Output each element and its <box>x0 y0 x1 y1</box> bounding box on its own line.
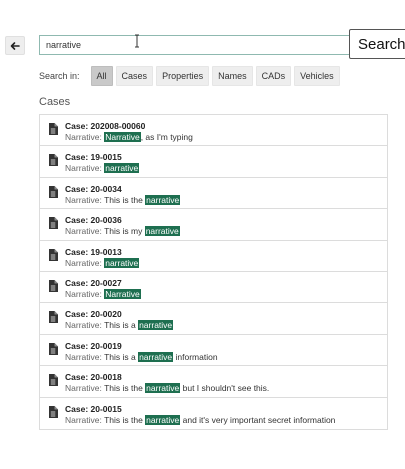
document-icon <box>49 248 58 261</box>
match-highlight: narrative <box>104 163 140 174</box>
document-icon <box>49 405 58 418</box>
case-title[interactable]: Case: 20-0034 <box>65 184 122 194</box>
snippet-label: Narrative: <box>65 257 102 268</box>
snippet-label: Narrative: <box>65 351 102 362</box>
result-row[interactable]: Case: 20-0020 Narrative: This is a narrat… <box>40 303 387 335</box>
case-title[interactable]: Case: 19-0015 <box>65 152 122 162</box>
result-row[interactable]: Case: 20-0027 Narrative: Narrative <box>40 272 387 304</box>
search-button[interactable]: Search <box>349 29 405 59</box>
snippet-label: Narrative: <box>65 226 102 237</box>
case-snippet: Narrative: Narrative, as I'm typing <box>65 132 193 142</box>
case-title[interactable]: Case: 20-0019 <box>65 341 122 351</box>
search-field[interactable] <box>39 35 351 55</box>
snippet-label: Narrative: <box>65 288 102 299</box>
case-snippet: Narrative: This is my narrative <box>65 226 180 237</box>
match-highlight: narrative <box>145 383 181 394</box>
case-title[interactable]: Case: 20-0020 <box>65 309 122 319</box>
snippet-before: This is the <box>104 383 146 394</box>
search-button-label: Search <box>358 35 405 53</box>
snippet-before: This is my <box>104 226 145 237</box>
snippet-before: This is the <box>104 414 146 425</box>
search-in-filters: Search in: All Cases Properties Names CA… <box>39 66 343 86</box>
match-highlight: narrative <box>138 351 174 362</box>
section-title: Cases <box>39 96 71 108</box>
filter-properties[interactable]: Properties <box>156 66 210 86</box>
snippet-label: Narrative: <box>65 383 102 394</box>
case-title[interactable]: Case: 20-0018 <box>65 372 122 382</box>
snippet-before: This is the <box>104 194 146 205</box>
case-snippet: Narrative: This is the narrative <box>65 194 181 205</box>
case-title[interactable]: Case: 19-0013 <box>65 247 122 257</box>
case-title[interactable]: Case: 20-0036 <box>65 215 122 225</box>
filter-all[interactable]: All <box>90 66 113 86</box>
case-snippet: Narrative: This is a narrative <box>65 320 174 331</box>
snippet-after: and it's very important secret informati… <box>180 414 336 425</box>
document-icon <box>49 154 58 167</box>
snippet-label: Narrative: <box>65 320 102 331</box>
case-snippet: Narrative: narrative <box>65 163 140 174</box>
result-row[interactable]: Case: 20-0034 Narrative: This is the narr… <box>40 178 387 210</box>
match-highlight: Narrative <box>104 288 141 299</box>
back-button[interactable] <box>5 36 25 55</box>
text-cursor-icon <box>135 34 139 48</box>
search-in-label: Search in: <box>39 71 80 81</box>
arrow-left-icon <box>10 41 20 50</box>
document-icon <box>49 217 58 230</box>
results-list: Case: 202008-00060 Narrative: Narrative, … <box>39 114 388 430</box>
snippet-label: Narrative: <box>65 194 102 205</box>
case-title[interactable]: Case: 202008-00060 <box>65 121 145 131</box>
snippet-label: Narrative: <box>65 163 102 174</box>
document-icon <box>49 123 58 135</box>
match-highlight: narrative <box>145 194 181 205</box>
document-icon <box>49 342 58 355</box>
snippet-after: , as I'm typing <box>140 132 193 142</box>
match-highlight: narrative <box>138 320 174 331</box>
result-row[interactable]: Case: 20-0018 Narrative: This is the narr… <box>40 366 387 398</box>
match-highlight: narrative <box>144 226 180 237</box>
filter-vehicles[interactable]: Vehicles <box>294 66 340 86</box>
case-snippet: Narrative: Narrative <box>65 288 141 299</box>
result-row[interactable]: Case: 20-0019 Narrative: This is a narrat… <box>40 335 387 367</box>
result-row[interactable]: Case: 20-0015 Narrative: This is the narr… <box>40 398 387 429</box>
filter-cads[interactable]: CADs <box>255 66 292 86</box>
match-highlight: narrative <box>145 414 181 425</box>
case-title[interactable]: Case: 20-0015 <box>65 404 122 414</box>
result-row[interactable]: Case: 19-0015 Narrative: narrative <box>40 146 387 178</box>
match-highlight: Narrative <box>104 132 141 142</box>
document-icon <box>49 374 58 387</box>
result-row[interactable]: Case: 19-0013 Narrative: narrative <box>40 241 387 272</box>
snippet-label: Narrative: <box>65 414 102 425</box>
case-snippet: Narrative: narrative <box>65 257 140 268</box>
snippet-before: This is a <box>104 320 139 331</box>
snippet-label: Narrative: <box>65 132 102 142</box>
filter-names[interactable]: Names <box>212 66 253 86</box>
document-icon <box>49 279 58 292</box>
case-snippet: Narrative: This is a narrative informati… <box>65 351 218 362</box>
search-input[interactable] <box>46 40 344 50</box>
case-title[interactable]: Case: 20-0027 <box>65 278 122 288</box>
document-icon <box>49 311 58 324</box>
result-row[interactable]: Case: 202008-00060 Narrative: Narrative, … <box>40 115 387 147</box>
case-snippet: Narrative: This is the narrative but I s… <box>65 383 270 394</box>
match-highlight: narrative <box>104 257 140 268</box>
case-snippet: Narrative: This is the narrative and it'… <box>65 414 336 425</box>
result-row[interactable]: Case: 20-0036 Narrative: This is my narra… <box>40 209 387 241</box>
snippet-before: This is a <box>104 351 139 362</box>
snippet-after: information <box>173 351 218 362</box>
snippet-after: but I shouldn't see this. <box>180 383 270 394</box>
filter-cases[interactable]: Cases <box>115 66 154 86</box>
document-icon <box>49 185 58 198</box>
